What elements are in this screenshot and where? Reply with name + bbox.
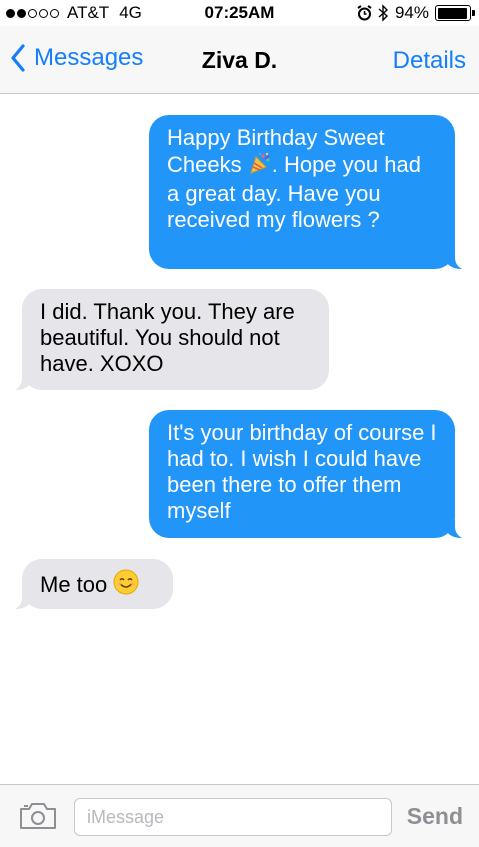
back-button[interactable]: Messages xyxy=(10,44,143,72)
alarm-icon xyxy=(357,5,372,21)
nav-bar: Messages Ziva D. Details xyxy=(0,26,479,94)
message-text: I did. Thank you. They are beautiful. Yo… xyxy=(40,299,295,376)
send-button[interactable]: Send xyxy=(407,803,463,830)
smiling-face-icon xyxy=(113,569,139,601)
party-popper-icon xyxy=(248,151,272,181)
camera-button[interactable] xyxy=(19,802,57,835)
back-button-label: Messages xyxy=(34,44,144,71)
status-bar: AT&T 4G 07:25AM 94% xyxy=(0,0,479,26)
message-input[interactable] xyxy=(74,798,392,836)
bluetooth-icon xyxy=(378,4,388,22)
details-button[interactable]: Details xyxy=(393,47,466,75)
message-bubble-outgoing[interactable]: It's your birthday of course I had to. I… xyxy=(149,410,479,539)
compose-bar: Send xyxy=(0,784,479,847)
chevron-left-icon xyxy=(11,44,25,72)
message-text: It's your birthday of course I had to. I… xyxy=(167,420,437,523)
message-bubble-incoming[interactable]: I did. Thank you. They are beautiful. Yo… xyxy=(0,289,329,391)
battery-percent: 94% xyxy=(394,3,429,22)
battery-icon xyxy=(435,5,475,21)
message-text: Me too xyxy=(40,572,114,597)
message-bubble-outgoing[interactable]: Happy Birthday Sweet Cheeks . Hope you h… xyxy=(149,115,479,270)
message-bubble-incoming[interactable]: Me too xyxy=(0,559,173,610)
status-right: 94% xyxy=(357,3,475,23)
camera-icon xyxy=(20,803,56,829)
